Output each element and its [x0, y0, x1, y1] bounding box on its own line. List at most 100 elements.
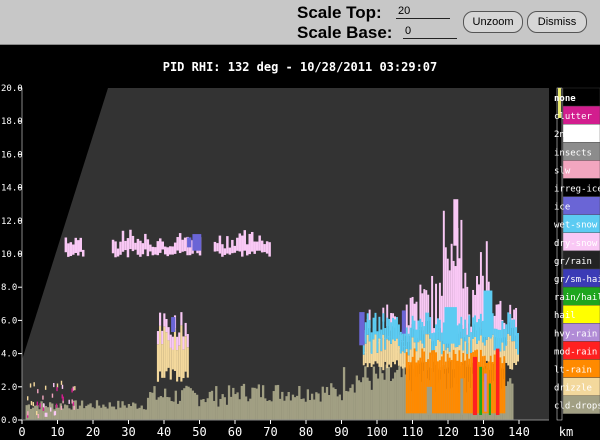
x-tick-label: 110: [402, 425, 424, 439]
echo-cell: [67, 243, 70, 257]
echo-cell: [484, 373, 487, 412]
echo-cell: [464, 319, 467, 342]
echo-cell: [464, 341, 467, 361]
echo-cell: [37, 413, 40, 419]
echo-cell: [204, 402, 207, 420]
echo-cell: [169, 347, 172, 380]
echo-cell: [215, 386, 218, 420]
echo-cell: [509, 335, 512, 370]
echo-cell: [132, 402, 135, 420]
legend-label: dry-snow: [554, 239, 598, 249]
echo-cell: [223, 248, 227, 255]
rhi-plot[interactable]: 0 10 20 30 40 50 60 70 80 90 100 110 120 130 140 km 0.0 2…: [0, 0, 600, 440]
echo-cell: [386, 317, 389, 340]
x-tick-label: 20: [86, 425, 100, 439]
echo-cell: [163, 326, 166, 378]
echo-cell: [503, 329, 506, 351]
echo-cell: [151, 246, 155, 256]
echo-cell: [407, 361, 410, 414]
echo-cell: [517, 332, 519, 355]
echo-cell: [468, 358, 471, 414]
legend-label: gr/sm-hail: [554, 275, 600, 285]
echo-cell: [149, 244, 152, 252]
echo-cell: [390, 322, 393, 344]
echo-cell: [168, 397, 171, 420]
echo-cell: [304, 401, 307, 420]
echo-cell: [259, 397, 263, 420]
echo-cell: [156, 331, 160, 345]
echo-cell: [210, 390, 214, 420]
echo-cell: [431, 275, 434, 342]
echo-cell: [366, 377, 369, 420]
echo-cell: [464, 360, 467, 414]
echo-cell: [513, 319, 516, 342]
echo-cell: [395, 338, 398, 361]
echo-cell: [182, 336, 185, 350]
echo-cell: [509, 378, 512, 420]
echo-cell: [421, 348, 424, 414]
echo-cell: [366, 313, 369, 335]
echo-cell: [33, 382, 35, 387]
echo-cell: [274, 385, 278, 420]
echo-cell: [173, 328, 177, 371]
echo-cell: [388, 318, 391, 341]
echo-cell: [106, 408, 109, 420]
echo-cell: [144, 409, 148, 420]
echo-cell: [380, 351, 383, 368]
echo-cell: [423, 351, 426, 414]
echo-cell: [226, 236, 229, 254]
y-tick-label: 14.0: [1, 184, 23, 194]
x-tick-label: 0: [18, 425, 25, 439]
echo-cell: [161, 330, 164, 345]
echo-cell: [236, 237, 239, 251]
echo-cell: [511, 383, 514, 420]
echo-cell: [400, 377, 403, 420]
echo-cell: [399, 353, 402, 367]
echo-cell: [69, 242, 73, 257]
echo-cell: [125, 407, 128, 420]
echo-cell: [61, 384, 64, 389]
echo-cell: [381, 373, 384, 420]
echo-cell: [161, 344, 164, 378]
echo-cell: [374, 334, 377, 362]
echo-cell: [186, 334, 189, 348]
echo-cell: [212, 400, 216, 420]
echo-cell: [119, 241, 122, 255]
echo-cell: [458, 258, 461, 332]
echo-cell: [287, 392, 290, 420]
echo-cell: [60, 380, 63, 385]
echo-cell: [134, 242, 137, 250]
echo-cell: [79, 237, 82, 252]
echo-cell: [435, 324, 437, 346]
echo-cell: [236, 392, 239, 420]
echo-cell: [507, 312, 510, 334]
echo-cell: [55, 403, 58, 408]
echo-cell: [56, 383, 59, 388]
echo-cell: [491, 334, 494, 363]
echo-cell: [57, 407, 60, 420]
echo-cell: [56, 386, 58, 392]
echo-cell: [394, 340, 396, 365]
echo-cell: [151, 392, 154, 420]
echo-cell: [159, 238, 162, 253]
echo-cell: [515, 327, 518, 349]
echo-cell: [380, 329, 383, 352]
echo-cell: [156, 344, 160, 382]
echo-cell: [85, 405, 88, 420]
echo-cell: [240, 385, 243, 420]
echo-cell: [415, 362, 418, 414]
echo-cell: [136, 408, 139, 420]
echo-cell: [387, 366, 390, 420]
x-tick-label: 40: [157, 425, 171, 439]
echo-cell: [178, 233, 182, 254]
echo-cell: [413, 348, 416, 414]
echo-cell: [68, 408, 71, 420]
echo-cell: [154, 247, 157, 255]
echo-cell: [166, 396, 169, 420]
echo-cell: [407, 333, 410, 356]
echo-cell: [310, 393, 314, 420]
echo-cell: [42, 395, 44, 400]
echo-cell: [376, 331, 379, 353]
echo-cell: [353, 392, 356, 420]
echo-cell: [505, 345, 508, 363]
